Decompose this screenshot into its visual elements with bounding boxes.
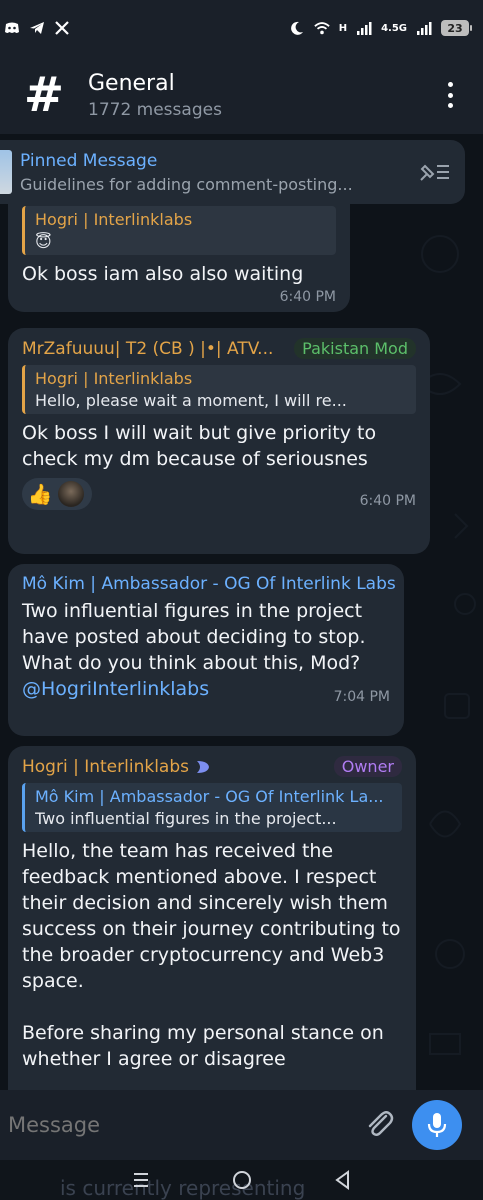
moon-icon	[290, 21, 303, 35]
pinned-preview: Guidelines for adding comment-posting...	[20, 174, 353, 194]
message-bubble[interactable]: Mô Kim | Ambassador - OG Of Interlink La…	[8, 564, 404, 736]
message-bubble[interactable]: Hogri | Interlinklabs Owner Mô Kim | Amb…	[8, 746, 416, 1090]
message-body: Two influential figures in the project h…	[22, 600, 366, 674]
reaction-thumbs-up[interactable]: 👍	[22, 478, 92, 510]
battery-indicator: 23	[441, 20, 472, 36]
voice-record-button[interactable]	[412, 1100, 462, 1150]
thumbs-up-icon: 👍	[27, 482, 53, 506]
signal-4g-icon	[417, 22, 432, 35]
reply-author: Hogri | Interlinklabs	[35, 210, 193, 229]
network-h-label: H	[338, 22, 348, 34]
more-menu-icon[interactable]	[447, 82, 453, 108]
message-composer	[0, 1090, 483, 1160]
message-text: Hello, the team has received the feedbac…	[22, 840, 401, 992]
chat-area[interactable]: Hogri | Interlinklabs 😇 Ok boss iam also…	[0, 134, 483, 1090]
message-text: Ok boss iam also also waiting	[22, 263, 304, 285]
message-count: 1772 messages	[88, 99, 222, 120]
message-bubble[interactable]: MrZafuuuu| T2 (CB ) |•| ATV... Pakistan …	[8, 328, 430, 554]
reply-quote[interactable]: Hogri | Interlinklabs 😇	[22, 206, 336, 255]
page-title: General	[88, 70, 175, 96]
recents-button[interactable]	[130, 1169, 152, 1191]
author-name: Hogri | Interlinklabs	[22, 756, 189, 777]
message-author[interactable]: Mô Kim | Ambassador - OG Of Interlink La…	[22, 574, 396, 594]
message-text: Ok boss I will wait but give priority to…	[22, 422, 377, 470]
message-time: 6:40 PM	[359, 493, 416, 509]
attach-icon[interactable]	[364, 1108, 394, 1140]
pin-list-icon[interactable]	[417, 160, 451, 184]
reply-author: Mô Kim | Ambassador - OG Of Interlink La…	[35, 787, 384, 806]
reply-emoji: 😇	[35, 232, 52, 251]
avatar	[58, 481, 84, 507]
reply-author: Hogri | Interlinklabs	[35, 369, 193, 388]
reply-quote[interactable]: Mô Kim | Ambassador - OG Of Interlink La…	[22, 783, 402, 832]
mention-link[interactable]: @HogriInterlinklabs	[22, 678, 209, 700]
reply-text: Hello, please wait a moment, I will re..…	[35, 391, 347, 410]
message-bubble[interactable]: Hogri | Interlinklabs 😇 Ok boss iam also…	[8, 196, 350, 312]
message-time: 7:04 PM	[333, 689, 390, 705]
message-author[interactable]: Hogri | Interlinklabs	[22, 757, 212, 777]
network-4g-label: 4.5G	[381, 22, 407, 34]
message-author[interactable]: MrZafuuuu| T2 (CB ) |•| ATV...	[22, 339, 273, 359]
x-icon	[55, 21, 69, 35]
status-bar: H 4.5G 23	[0, 0, 483, 56]
premium-badge-icon	[197, 760, 210, 773]
microphone-icon	[427, 1113, 447, 1137]
hash-icon: #	[23, 67, 65, 123]
signal-icon	[357, 22, 372, 35]
reply-text: Two influential figures in the project..…	[35, 809, 337, 828]
wifi-icon	[313, 22, 330, 35]
battery-level: 23	[447, 21, 463, 35]
telegram-icon	[30, 22, 44, 34]
pinned-title: Pinned Message	[20, 150, 158, 171]
message-input[interactable]	[8, 1113, 348, 1137]
message-time: 6:40 PM	[279, 289, 336, 305]
pinned-thumbnail	[0, 150, 12, 194]
message-text-continued: Before sharing my personal stance on whe…	[22, 1022, 384, 1070]
back-button[interactable]	[332, 1169, 354, 1191]
overlay-text: is currently representing	[60, 1176, 306, 1200]
chat-header[interactable]: # General 1772 messages	[0, 56, 483, 134]
role-badge: Owner	[333, 756, 402, 777]
header-text[interactable]: General 1772 messages	[88, 71, 222, 120]
home-button[interactable]	[231, 1169, 253, 1191]
role-badge: Pakistan Mod	[294, 338, 416, 359]
pinned-message-bar[interactable]: Pinned Message Guidelines for adding com…	[0, 140, 465, 204]
message-text: Two influential figures in the project h…	[22, 598, 390, 705]
reply-quote[interactable]: Hogri | Interlinklabs Hello, please wait…	[22, 365, 416, 414]
discord-icon	[5, 22, 19, 33]
